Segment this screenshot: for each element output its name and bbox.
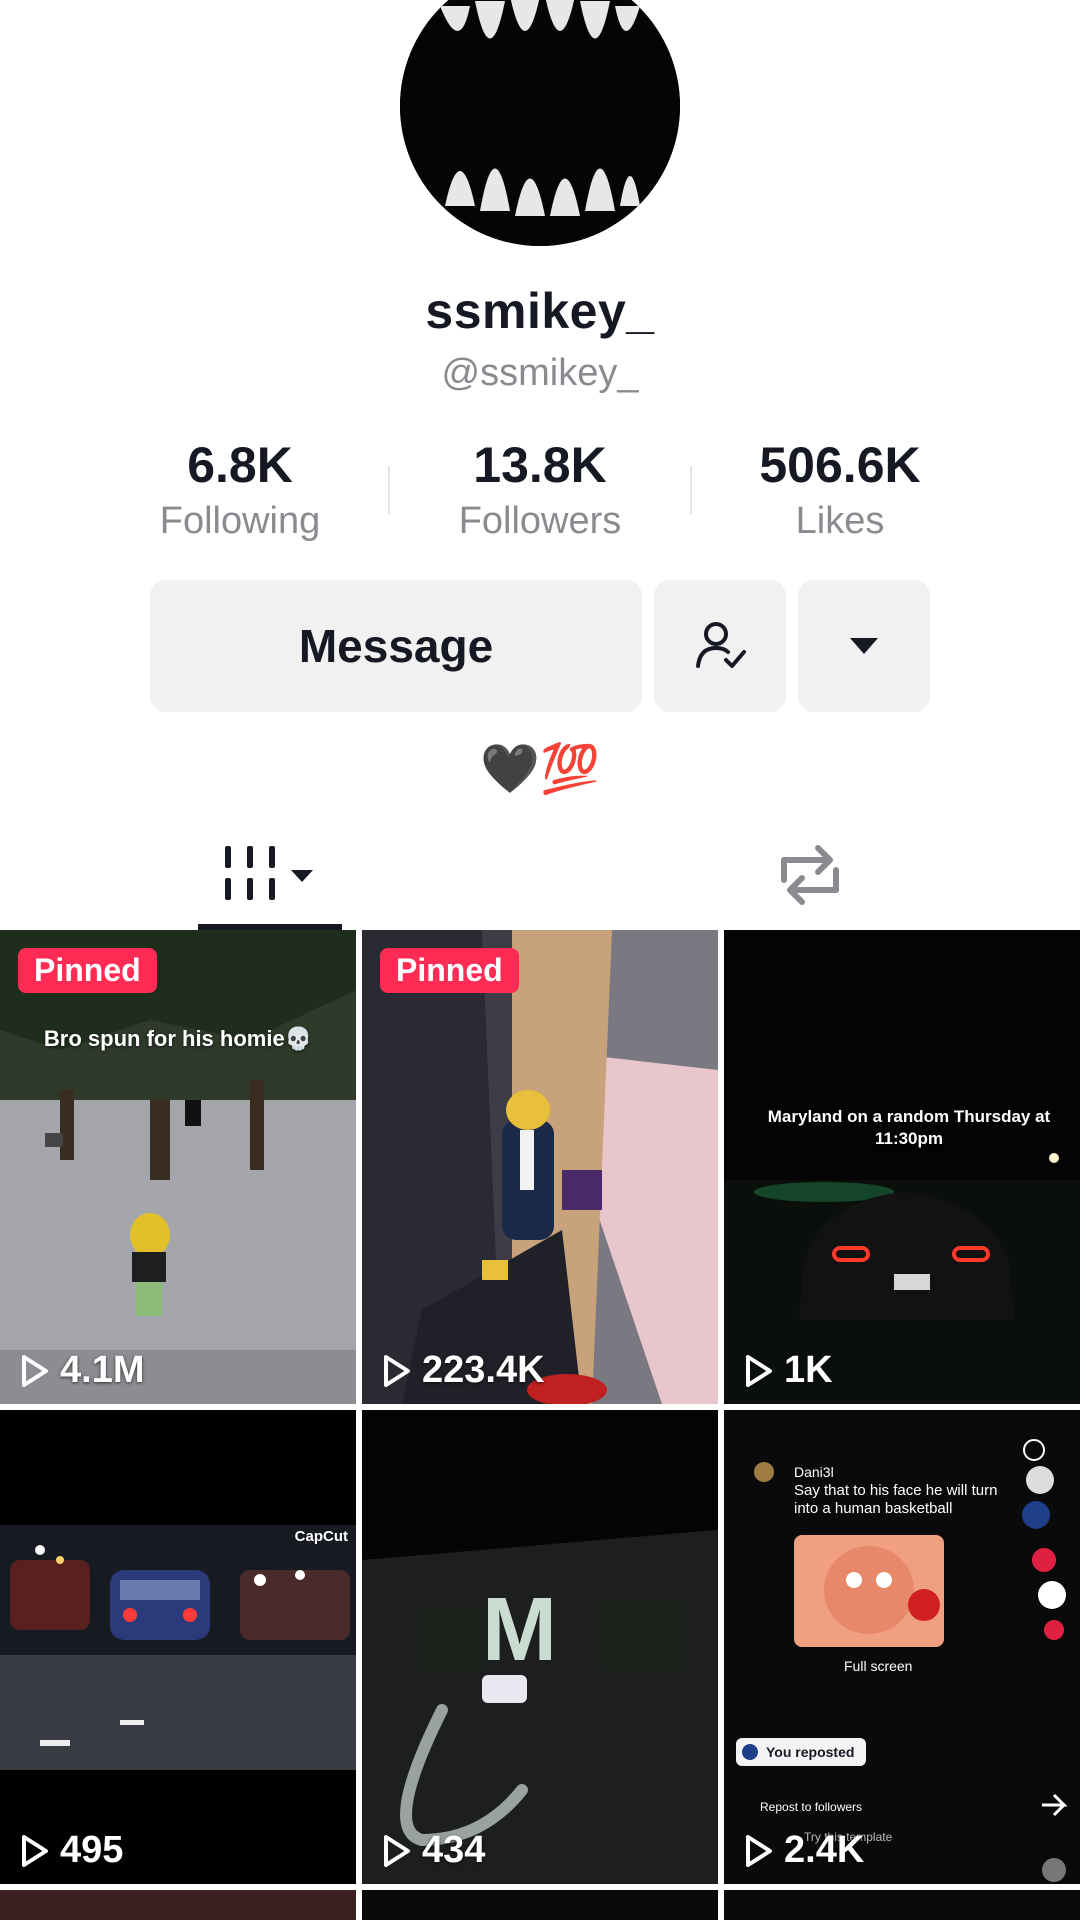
stat-followers[interactable]: 13.8K Followers bbox=[410, 436, 670, 543]
view-count-value: 2.4K bbox=[784, 1829, 865, 1871]
svg-text:M: M bbox=[482, 1580, 557, 1680]
display-name: ssmikey_ bbox=[425, 283, 655, 339]
pinned-badge: Pinned bbox=[380, 948, 519, 993]
following-status-button[interactable] bbox=[654, 580, 786, 712]
profile-bio: 🖤💯 bbox=[480, 743, 600, 796]
more-options-button[interactable] bbox=[798, 580, 930, 712]
stat-followers-value: 13.8K bbox=[473, 437, 607, 493]
video-grid: Pinned Bro spun for his homie💀 4.1M Pinn… bbox=[0, 930, 1080, 1920]
video-thumbnail[interactable] bbox=[362, 1890, 718, 1920]
night-car-scene-image bbox=[724, 930, 1080, 1404]
roblox-stairs-scene-image bbox=[362, 930, 718, 1404]
profile-tabs bbox=[0, 820, 1080, 930]
view-count-value: 1K bbox=[784, 1349, 833, 1391]
car-interior-m-logo-image: M bbox=[362, 1410, 718, 1884]
video-thumbnail[interactable] bbox=[724, 1890, 1080, 1920]
username: @ssmikey_ bbox=[441, 352, 639, 394]
stat-likes-label: Likes bbox=[795, 500, 885, 542]
video-thumbnail[interactable]: M 434 bbox=[362, 1410, 718, 1884]
repost-icon bbox=[781, 845, 839, 905]
video-caption: Maryland on a random Thursday at 11:30pm bbox=[767, 1107, 1051, 1148]
view-count-value: 223.4K bbox=[422, 1349, 545, 1391]
play-icon bbox=[746, 1354, 772, 1387]
fangs-mouth-image bbox=[400, 0, 680, 246]
comment-username: Dani3l bbox=[794, 1464, 834, 1480]
view-count: 434 bbox=[382, 1829, 485, 1872]
you-reposted-label: You reposted bbox=[766, 1744, 855, 1760]
view-count-value: 4.1M bbox=[60, 1349, 145, 1391]
roblox-park-scene-image bbox=[0, 930, 356, 1404]
play-icon bbox=[746, 1834, 772, 1867]
video-thumbnail[interactable]: Pinned 223.4K bbox=[362, 930, 718, 1404]
view-count: 2.4K bbox=[744, 1829, 864, 1872]
play-icon bbox=[384, 1834, 410, 1867]
stat-divider bbox=[388, 466, 390, 514]
stat-likes-value: 506.6K bbox=[759, 437, 921, 493]
capcut-watermark: CapCut bbox=[294, 1528, 348, 1545]
stat-following-value: 6.8K bbox=[187, 437, 293, 493]
view-count: 223.4K bbox=[382, 1349, 545, 1392]
comment-text: Say that to his face he will turn into a… bbox=[794, 1482, 998, 1517]
full-screen-label: Full screen bbox=[844, 1658, 913, 1674]
video-thumbnail[interactable]: Dani3l Say that to his face he will turn… bbox=[724, 1410, 1080, 1884]
caret-down-icon bbox=[850, 638, 878, 654]
play-icon bbox=[22, 1354, 48, 1387]
person-check-icon bbox=[696, 622, 746, 668]
stat-following-label: Following bbox=[159, 500, 321, 542]
play-icon bbox=[22, 1834, 48, 1867]
profile-avatar[interactable] bbox=[400, 0, 680, 246]
videos-grid-icon bbox=[225, 846, 313, 900]
stat-likes[interactable]: 506.6K Likes bbox=[710, 436, 970, 543]
profile-stats: 6.8K Following 13.8K Followers 506.6K Li… bbox=[0, 436, 1080, 546]
stat-following[interactable]: 6.8K Following bbox=[110, 436, 370, 543]
view-count: 495 bbox=[20, 1829, 123, 1872]
video-caption: Bro spun for his homie💀 bbox=[43, 1026, 313, 1051]
pinned-badge: Pinned bbox=[18, 948, 157, 993]
view-count: 4.1M bbox=[20, 1349, 144, 1392]
view-count: 1K bbox=[744, 1349, 833, 1392]
repost-to-followers-label: Repost to followers bbox=[760, 1800, 863, 1814]
view-count-value: 434 bbox=[422, 1829, 486, 1871]
view-count-value: 495 bbox=[60, 1829, 124, 1871]
video-thumbnail[interactable]: Pinned Bro spun for his homie💀 4.1M bbox=[0, 930, 356, 1404]
message-button[interactable]: Message bbox=[150, 580, 642, 712]
video-thumbnail[interactable]: CapCut 495 bbox=[0, 1410, 356, 1884]
night-traffic-scene-image bbox=[0, 1410, 356, 1884]
tab-videos[interactable] bbox=[0, 820, 540, 930]
play-icon bbox=[384, 1354, 410, 1387]
stat-divider bbox=[690, 466, 692, 514]
video-thumbnail[interactable] bbox=[0, 1890, 356, 1920]
stat-followers-label: Followers bbox=[458, 500, 622, 542]
tab-reposts[interactable] bbox=[540, 820, 1080, 930]
video-thumbnail[interactable]: Maryland on a random Thursday at 11:30pm… bbox=[724, 930, 1080, 1404]
